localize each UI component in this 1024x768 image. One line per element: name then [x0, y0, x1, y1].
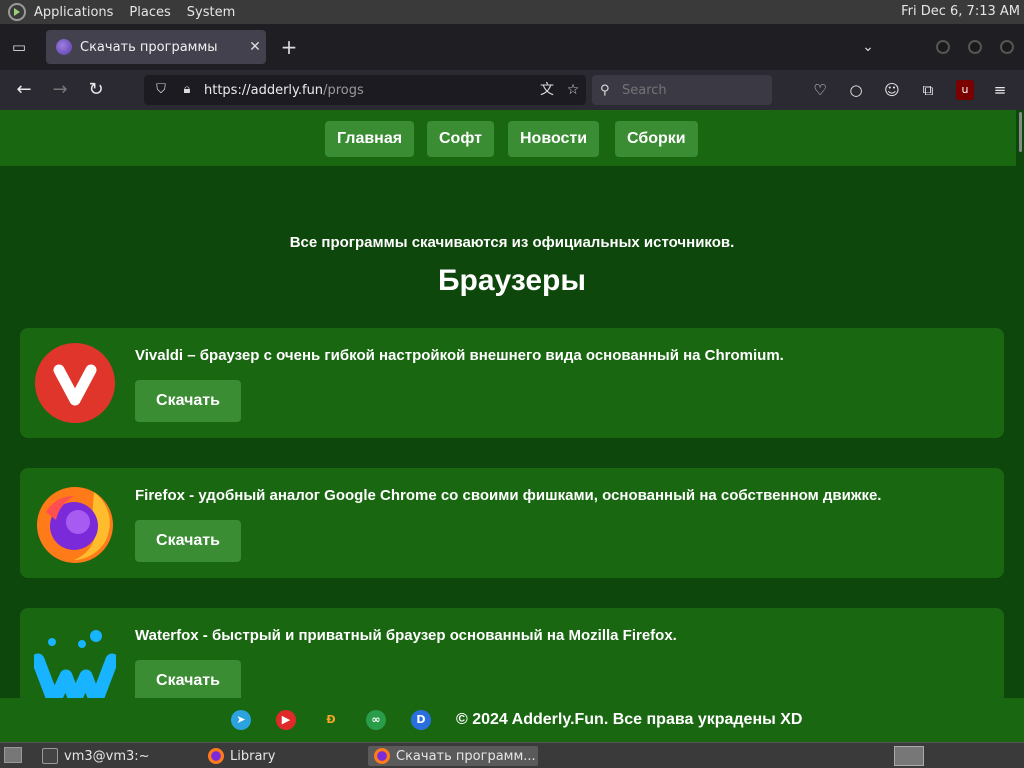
site-footer: ➤ ▶ Ð ∞ D © 2024 Adderly.Fun. Все права … — [0, 698, 1024, 742]
donation-icon[interactable]: Ð — [321, 710, 341, 730]
task-terminal[interactable]: vm3@vm3:~ — [36, 746, 196, 766]
nav-bar: ← → ↻ ⛉ 🔒︎ https://adderly.fun/progs 文 ☆… — [0, 70, 1024, 110]
nav-builds[interactable]: Сборки — [615, 121, 698, 157]
program-description: Waterfox - быстрый и приватный браузер о… — [135, 627, 677, 644]
top-panel: Applications Places System Fri Dec 6, 7:… — [0, 0, 1024, 24]
page-subtitle: Все программы скачиваются из официальных… — [289, 234, 735, 251]
search-icon: ⚲ — [600, 82, 610, 98]
url-text[interactable]: https://adderly.fun/progs — [204, 83, 534, 98]
tab-active[interactable]: Скачать программы ✕ — [46, 30, 266, 64]
new-tab-button[interactable]: + — [278, 36, 300, 58]
firefox-icon — [208, 748, 224, 764]
youtube-icon[interactable]: ▶ — [276, 710, 296, 730]
program-card-vivaldi: Vivaldi – браузер с очень гибкой настрой… — [20, 328, 1004, 438]
task-library[interactable]: Library — [202, 746, 362, 766]
task-label: vm3@vm3:~ — [64, 748, 150, 764]
extensions-puzzle-icon[interactable]: ⧉ — [916, 78, 940, 102]
program-card-waterfox: Waterfox - быстрый и приватный браузер о… — [20, 608, 1004, 698]
scrollbar-thumb[interactable] — [1019, 112, 1022, 152]
reload-icon[interactable]: ↻ — [84, 78, 108, 102]
search-input[interactable] — [622, 82, 762, 98]
section-title: Браузеры — [437, 264, 586, 297]
firefox-logo-icon — [37, 487, 113, 563]
minimize-button[interactable] — [936, 40, 950, 54]
shield-icon[interactable]: ⛉ — [152, 81, 170, 99]
maximize-button[interactable] — [968, 40, 982, 54]
clock[interactable]: Fri Dec 6, 7:13 AM — [901, 4, 1020, 19]
program-description: Vivaldi – браузер с очень гибкой настрой… — [135, 347, 784, 364]
applications-menu[interactable]: Applications — [34, 5, 113, 20]
site-favicon-icon — [56, 39, 72, 55]
ublock-icon[interactable]: u — [956, 80, 974, 100]
task-label: Library — [230, 748, 276, 764]
task-label: Скачать программ... — [396, 748, 536, 764]
search-bar[interactable]: ⚲ — [592, 75, 772, 105]
download-button[interactable]: Скачать — [135, 380, 241, 422]
pocket-icon[interactable]: ♡ — [808, 78, 832, 102]
web-page: Главная Софт Новости Сборки Все программ… — [0, 110, 1016, 698]
vivaldi-logo-icon — [35, 343, 115, 423]
places-menu[interactable]: Places — [129, 5, 170, 20]
tab-list-icon[interactable]: ▭ — [8, 36, 30, 58]
url-path: /progs — [323, 82, 364, 98]
terminal-icon — [42, 748, 58, 764]
waterfox-logo-icon — [34, 630, 116, 698]
nav-news[interactable]: Новости — [508, 121, 600, 157]
d-logo-icon[interactable]: D — [411, 710, 431, 730]
workspace-switcher[interactable] — [894, 746, 924, 766]
firefox-icon — [374, 748, 390, 764]
close-tab-icon[interactable]: ✕ — [244, 39, 266, 55]
lock-icon[interactable]: 🔒︎ — [178, 81, 196, 99]
telegram-icon[interactable]: ➤ — [231, 710, 251, 730]
forward-arrow-icon[interactable]: → — [48, 78, 72, 102]
tab-title: Скачать программы — [80, 39, 218, 55]
distro-logo-icon[interactable] — [8, 3, 26, 21]
page-scrollbar[interactable] — [1016, 110, 1024, 698]
translate-icon[interactable]: 文 — [534, 81, 560, 99]
bookmark-star-icon[interactable]: ☆ — [560, 81, 586, 99]
program-description: Firefox - удобный аналог Google Chrome с… — [135, 487, 882, 504]
nav-home[interactable]: Главная — [325, 121, 415, 157]
url-host: https://adderly.fun — [204, 82, 324, 98]
url-bar[interactable]: ⛉ 🔒︎ https://adderly.fun/progs 文 ☆ — [144, 75, 586, 105]
back-arrow-icon[interactable]: ← — [12, 78, 36, 102]
program-card-firefox: Firefox - удобный аналог Google Chrome с… — [20, 468, 1004, 578]
download-button[interactable]: Скачать — [135, 520, 241, 562]
tab-bar: ▭ Скачать программы ✕ + ⌄ — [0, 24, 1024, 70]
account-icon[interactable]: ☺ — [880, 78, 904, 102]
copyright-text: © 2024 Adderly.Fun. Все права украдены X… — [456, 711, 803, 728]
show-desktop-icon[interactable] — [4, 747, 22, 763]
close-window-button[interactable] — [1000, 40, 1014, 54]
download-button[interactable]: Скачать — [135, 660, 241, 698]
chevron-down-icon[interactable]: ⌄ — [858, 36, 878, 58]
hamburger-menu-icon[interactable]: ≡ — [988, 78, 1012, 102]
task-browser[interactable]: Скачать программ... — [368, 746, 538, 766]
taskbar: vm3@vm3:~ Library Скачать программ... — [0, 742, 1024, 768]
circle-extension-icon[interactable]: ○ — [844, 78, 868, 102]
tripadvisor-icon[interactable]: ∞ — [366, 710, 386, 730]
system-menu[interactable]: System — [187, 5, 235, 20]
site-header: Главная Софт Новости Сборки — [0, 110, 1016, 166]
nav-soft[interactable]: Софт — [427, 121, 494, 157]
